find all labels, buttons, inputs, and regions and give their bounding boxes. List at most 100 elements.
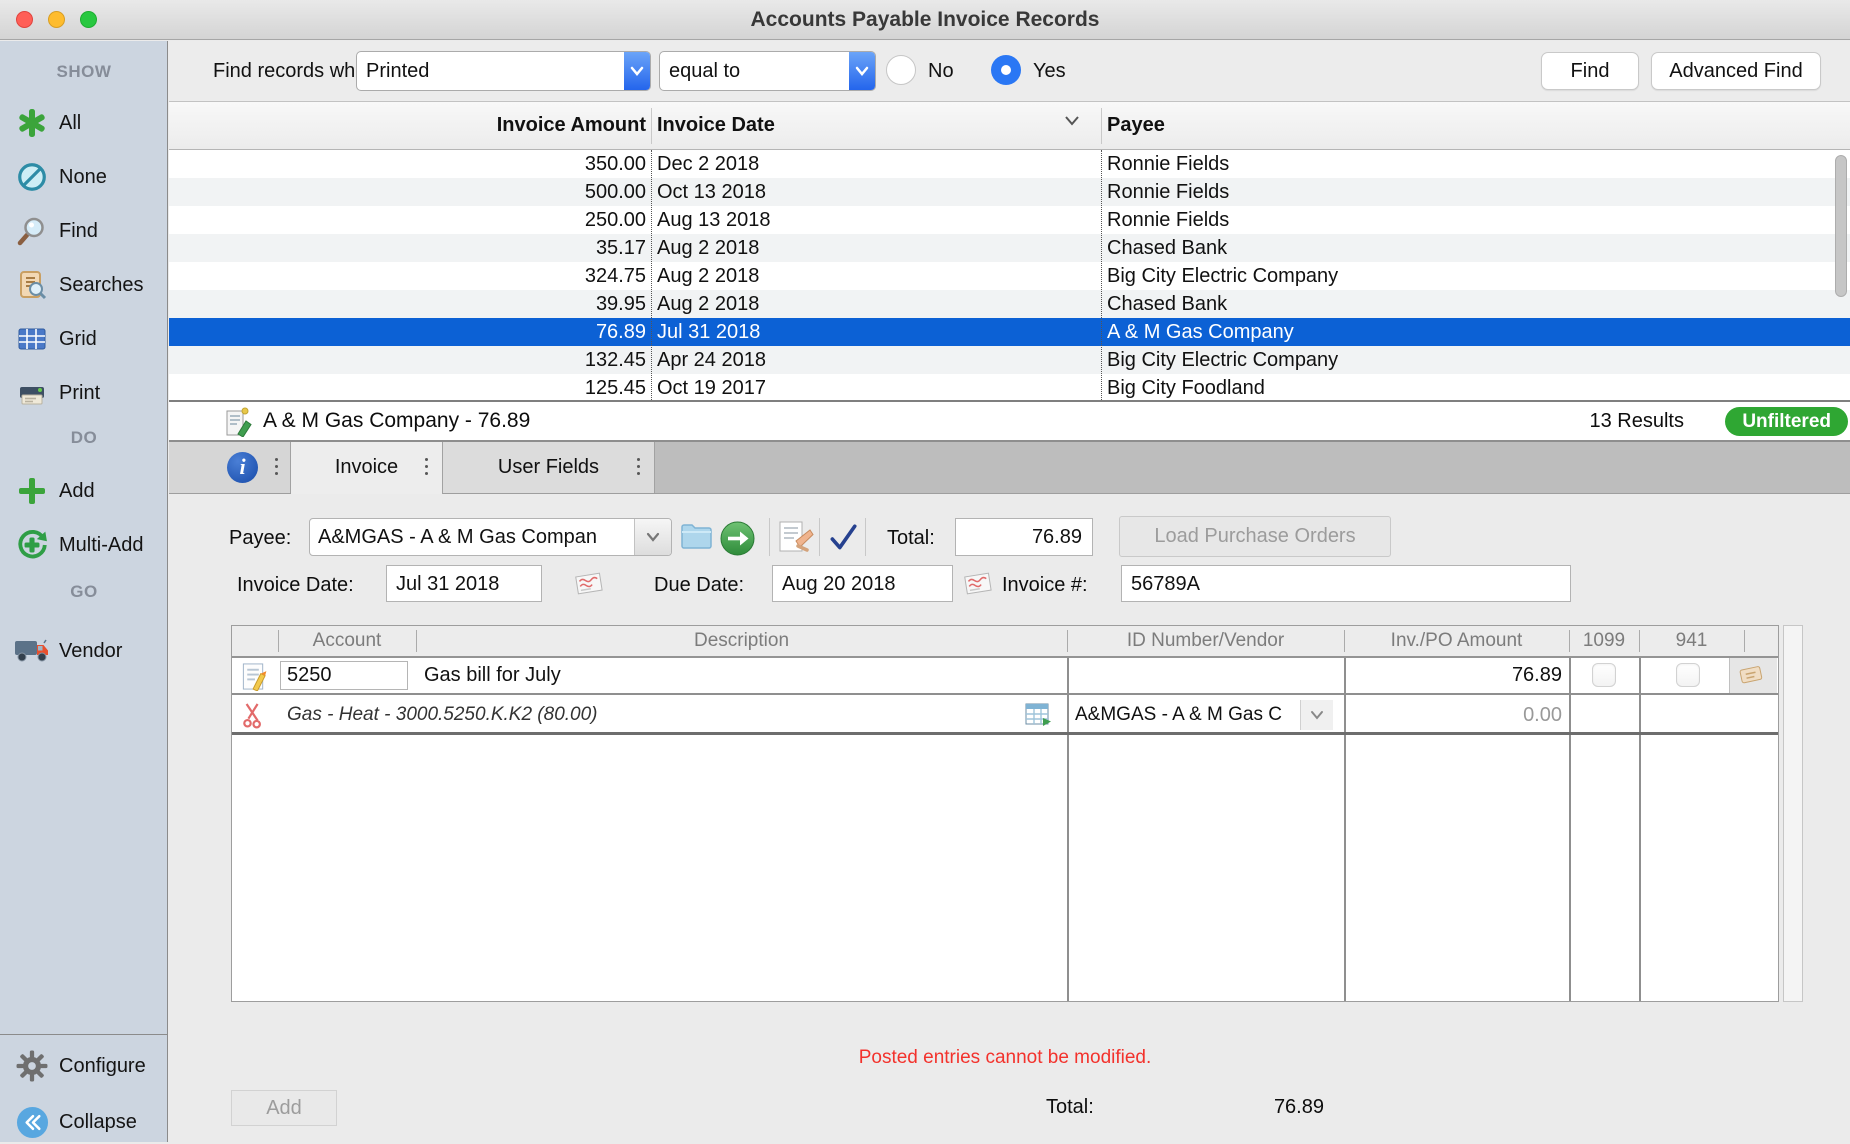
plus-icon	[12, 471, 52, 511]
sidebar-item-add[interactable]: Add	[12, 469, 95, 513]
record-title: A & M Gas Company - 76.89	[263, 409, 530, 433]
sidebar-item-configure[interactable]: Configure	[12, 1044, 146, 1088]
description-cell[interactable]: Gas bill for July	[424, 664, 561, 687]
amount-cell[interactable]: 76.89	[1344, 664, 1562, 687]
table-row[interactable]: 125.45Oct 19 2017Big City Foodland	[169, 374, 1850, 402]
find-button[interactable]: Find	[1541, 52, 1639, 90]
table-row[interactable]: 500.00Oct 13 2018Ronnie Fields	[169, 178, 1850, 206]
chevron-down-icon[interactable]	[849, 52, 875, 90]
load-purchase-orders-button[interactable]: Load Purchase Orders	[1119, 516, 1391, 557]
chevron-down-icon[interactable]	[1300, 700, 1333, 730]
chevron-down-icon[interactable]	[634, 519, 671, 555]
add-line-button[interactable]: Add	[231, 1090, 337, 1126]
total-input[interactable]: 76.89	[955, 518, 1093, 556]
tab-grip-icon[interactable]	[637, 458, 640, 461]
sidebar-item-find[interactable]: Find	[12, 209, 98, 253]
asterisk-icon	[12, 103, 52, 143]
table-row[interactable]: 324.75Aug 2 2018Big City Electric Compan…	[169, 262, 1850, 290]
gear-icon	[12, 1046, 52, 1086]
operator-select[interactable]: equal to	[659, 51, 876, 91]
sort-descending-icon[interactable]	[1064, 115, 1080, 126]
line-items-body: 5250 Gas bill for July 76.89 Gas - Heat …	[232, 658, 1778, 1001]
invoice-date-label: Invoice Date:	[237, 574, 354, 597]
sidebar-section-go: GO	[0, 577, 168, 607]
column-divider-dotted	[651, 150, 652, 400]
stamp-cell[interactable]	[1729, 658, 1777, 693]
column-header-account[interactable]: Account	[278, 626, 416, 656]
scrollbar-thumb[interactable]	[1835, 155, 1847, 297]
tab-grip-icon[interactable]	[275, 458, 278, 461]
folder-icon[interactable]	[680, 523, 713, 550]
tab-invoice[interactable]: Invoice	[291, 442, 443, 494]
invoice-date-input[interactable]: Jul 31 2018	[386, 565, 542, 602]
line-items-header: Account Description ID Number/Vendor Inv…	[232, 626, 1778, 658]
field-select[interactable]: Printed	[356, 51, 651, 91]
spreadsheet-icon[interactable]	[1024, 701, 1052, 729]
column-header-payee[interactable]: Payee	[1107, 102, 1165, 149]
invoice-record-icon	[225, 407, 253, 437]
vendor-combo-value[interactable]: A&MGAS - A & M Gas C	[1075, 704, 1282, 726]
post-entry-icon[interactable]	[777, 520, 815, 556]
allocation-description-cell[interactable]: Gas - Heat - 3000.5250.K.K2 (80.00)	[287, 704, 598, 726]
column-header-description[interactable]: Description	[416, 626, 1067, 656]
column-header-1099[interactable]: 1099	[1569, 626, 1639, 656]
tab-strip: i Invoice User Fields	[169, 442, 1850, 494]
total-label: Total:	[887, 527, 935, 550]
column-header-id-vendor[interactable]: ID Number/Vendor	[1067, 626, 1344, 656]
sidebar-item-none[interactable]: None	[12, 155, 107, 199]
column-divider[interactable]	[651, 108, 652, 144]
verify-check-icon[interactable]	[827, 522, 859, 554]
filter-status-badge[interactable]: Unfiltered	[1725, 407, 1848, 436]
column-divider[interactable]	[1101, 108, 1102, 144]
tab-info[interactable]: i	[169, 442, 291, 493]
go-to-vendor-icon[interactable]	[719, 520, 756, 557]
allocation-row[interactable]: Gas - Heat - 3000.5250.K.K2 (80.00) A&MG…	[232, 697, 1778, 735]
sidebar-item-searches[interactable]: Searches	[12, 263, 144, 307]
checkbox-1099[interactable]	[1592, 663, 1616, 687]
allocation-amount-cell[interactable]: 0.00	[1344, 704, 1562, 727]
table-row[interactable]: 35.17Aug 2 2018Chased Bank	[169, 234, 1850, 262]
chevron-down-icon[interactable]	[624, 52, 650, 90]
column-header-invoice-amount[interactable]: Invoice Amount	[169, 102, 646, 149]
sidebar-item-collapse[interactable]: Collapse	[12, 1100, 137, 1144]
calendar-icon[interactable]	[573, 570, 605, 598]
none-icon	[12, 157, 52, 197]
invoice-number-input[interactable]: 56789A	[1121, 565, 1571, 602]
payee-select[interactable]: A&MGAS - A & M Gas Compan	[309, 518, 672, 556]
info-icon[interactable]: i	[227, 452, 258, 483]
sidebar-item-vendor[interactable]: Vendor	[12, 629, 122, 673]
table-row-selected[interactable]: 76.89Jul 31 2018A & M Gas Company	[169, 318, 1850, 346]
sidebar-item-multi-add[interactable]: Multi-Add	[12, 523, 143, 567]
grid-total-value: 76.89	[1159, 1096, 1324, 1119]
tab-user-fields[interactable]: User Fields	[443, 442, 655, 493]
grid-scrollbar[interactable]	[1783, 625, 1803, 1002]
multi-add-icon	[12, 525, 52, 565]
title-bar: Accounts Payable Invoice Records	[0, 0, 1850, 40]
due-date-label: Due Date:	[654, 574, 744, 597]
column-header-941[interactable]: 941	[1639, 626, 1744, 656]
table-row[interactable]: 350.00Dec 2 2018Ronnie Fields	[169, 150, 1850, 178]
sidebar-item-print[interactable]: Print	[12, 371, 100, 415]
operator-select-value: equal to	[660, 52, 849, 90]
column-header-amount[interactable]: Inv./PO Amount	[1344, 626, 1569, 656]
sidebar-section-show: SHOW	[0, 57, 168, 87]
table-row[interactable]: 39.95Aug 2 2018Chased Bank	[169, 290, 1850, 318]
calendar-icon[interactable]	[962, 570, 994, 598]
account-cell[interactable]: 5250	[280, 661, 408, 690]
radio-yes[interactable]	[991, 55, 1021, 85]
column-divider-dotted	[1101, 150, 1102, 400]
line-item-row[interactable]: 5250 Gas bill for July 76.89	[232, 658, 1778, 695]
radio-no[interactable]	[886, 55, 916, 85]
table-row[interactable]: 250.00Aug 13 2018Ronnie Fields	[169, 206, 1850, 234]
edit-note-icon[interactable]	[240, 662, 268, 691]
printer-icon	[12, 373, 52, 413]
sidebar-item-all[interactable]: All	[12, 101, 81, 145]
checkbox-941[interactable]	[1676, 663, 1700, 687]
tab-grip-icon[interactable]	[425, 458, 428, 461]
grid-icon	[12, 319, 52, 359]
table-row[interactable]: 132.45Apr 24 2018Big City Electric Compa…	[169, 346, 1850, 374]
column-header-invoice-date[interactable]: Invoice Date	[657, 102, 775, 149]
advanced-find-button[interactable]: Advanced Find	[1651, 52, 1821, 90]
due-date-input[interactable]: Aug 20 2018	[772, 565, 953, 602]
sidebar-item-grid[interactable]: Grid	[12, 317, 97, 361]
